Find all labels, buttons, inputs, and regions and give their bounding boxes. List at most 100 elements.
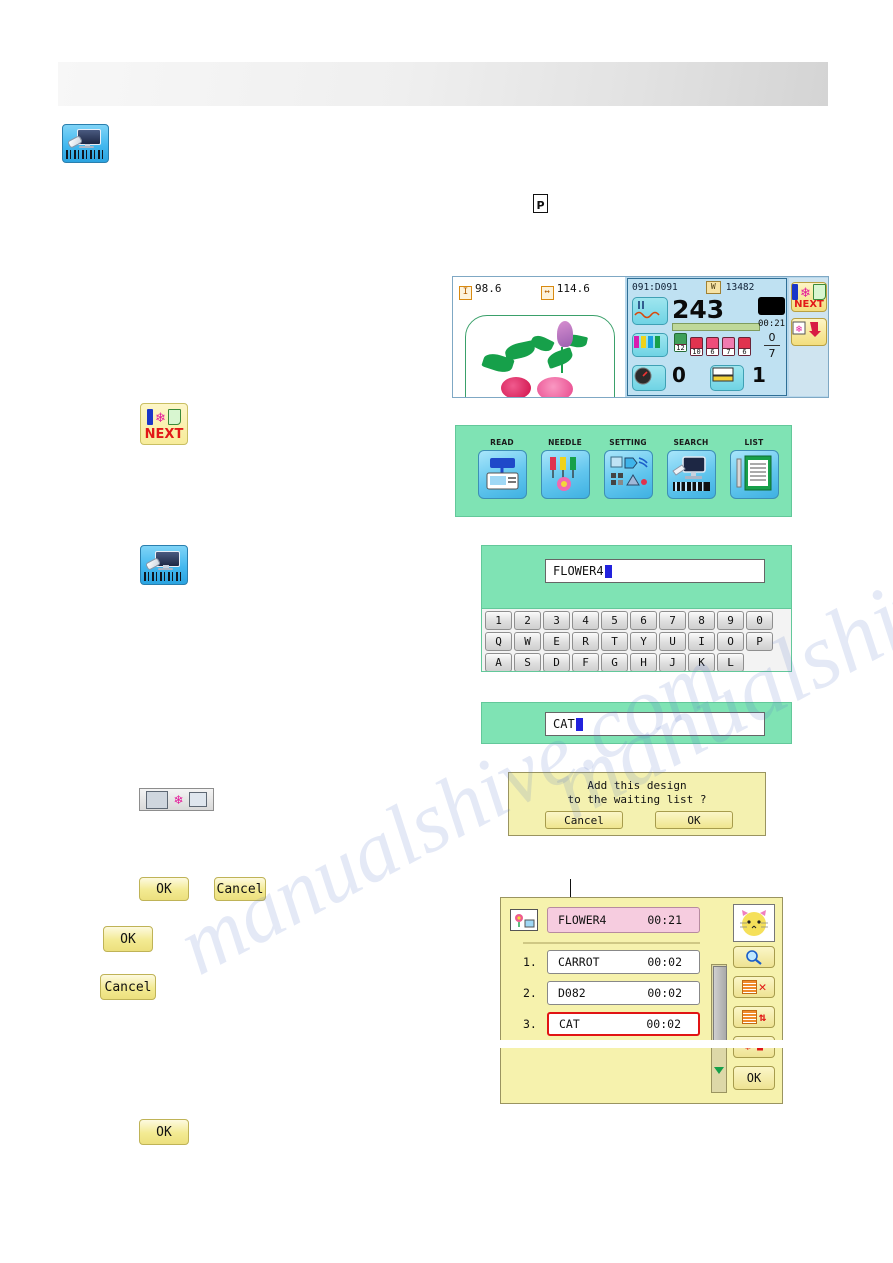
key-u[interactable]: U: [659, 632, 686, 651]
menu-label-needle: NEEDLE: [548, 438, 582, 447]
key-o[interactable]: O: [717, 632, 744, 651]
waiting-list-ok-button[interactable]: OK: [733, 1066, 775, 1090]
key-h[interactable]: H: [630, 653, 657, 671]
load-design-button[interactable]: ❄: [791, 318, 827, 346]
key-2[interactable]: 2: [514, 611, 541, 630]
flower-thumbnail-icon: [512, 911, 536, 929]
key-0[interactable]: 0: [746, 611, 773, 630]
list-index-1: 1.: [523, 955, 537, 969]
delete-from-list-button[interactable]: ✕: [733, 976, 775, 998]
stitch-mode-button[interactable]: [632, 297, 668, 325]
confirm-ok-button[interactable]: OK: [655, 811, 733, 829]
stem-shape: [561, 347, 563, 373]
key-i[interactable]: I: [688, 632, 715, 651]
needle-number-value: 12: [675, 344, 686, 352]
machine-status-screen: I 98.6 ↔ 114.6 091:D091 W 13482 243 00:2…: [452, 276, 829, 398]
key-t[interactable]: T: [601, 632, 628, 651]
elapsed-time-value: 00:21: [758, 319, 786, 329]
reorder-list-button[interactable]: ⇅: [733, 1006, 775, 1028]
menu-label-read: READ: [490, 438, 514, 447]
key-k[interactable]: K: [688, 653, 715, 671]
key-g[interactable]: G: [601, 653, 628, 671]
next-button[interactable]: ❄ NEXT: [791, 282, 827, 312]
next-icon[interactable]: ❄ NEXT: [140, 403, 188, 445]
key-q[interactable]: Q: [485, 632, 512, 651]
waiting-row-time: 00:02: [647, 986, 682, 1000]
waiting-list-row-1[interactable]: CARROT 00:02: [547, 950, 700, 974]
cancel-button-1[interactable]: Cancel: [214, 877, 266, 901]
key-p[interactable]: P: [746, 632, 773, 651]
list-index-3: 3.: [523, 1017, 537, 1031]
frame-numerator: 0: [768, 331, 776, 344]
key-8[interactable]: 8: [688, 611, 715, 630]
waiting-list-scrollbar[interactable]: [711, 964, 727, 1093]
status-side-bar: ❄ NEXT ❄: [789, 278, 828, 396]
list-delete-icon: [741, 980, 757, 994]
ok-button-2[interactable]: OK: [103, 926, 153, 952]
ok-button-1[interactable]: OK: [139, 877, 189, 901]
rose-shape: [501, 377, 531, 397]
needle-bar-label: 10: [691, 348, 702, 356]
confirm-cancel-button[interactable]: Cancel: [545, 811, 623, 829]
needle-color-button[interactable]: [632, 333, 668, 357]
design-preview-thumbnail[interactable]: [733, 904, 775, 942]
usb-icon: [147, 409, 154, 425]
scrollbar-thumb[interactable]: [713, 966, 727, 1044]
menu-label-search: SEARCH: [673, 438, 709, 447]
current-design-row[interactable]: FLOWER4 00:21: [547, 907, 700, 933]
menu-item-needle[interactable]: NEEDLE: [537, 438, 593, 499]
on-screen-keyboard[interactable]: 1 2 3 4 5 6 7 8 9 0 Q W E R T Y U I O P …: [481, 609, 792, 672]
menu-item-read[interactable]: READ: [474, 438, 530, 499]
key-6[interactable]: 6: [630, 611, 657, 630]
cancel-button-2[interactable]: Cancel: [100, 974, 156, 1000]
flower-icon: ❄: [173, 792, 184, 807]
scroll-down-icon[interactable]: [714, 1067, 724, 1074]
key-e[interactable]: E: [543, 632, 570, 651]
key-a[interactable]: A: [485, 653, 512, 671]
flower-icon: ❄: [800, 284, 811, 300]
current-design-thumbnail: [510, 909, 538, 931]
key-4[interactable]: 4: [572, 611, 599, 630]
key-9[interactable]: 9: [717, 611, 744, 630]
key-5[interactable]: 5: [601, 611, 628, 630]
design-name-input[interactable]: FLOWER4: [545, 559, 765, 583]
keyboard-row-numbers: 1 2 3 4 5 6 7 8 9 0: [482, 609, 791, 630]
speed-value: 0: [672, 363, 686, 387]
needle-spool: 10: [690, 337, 703, 356]
media-icons-group: ❄: [141, 408, 187, 426]
key-w[interactable]: W: [514, 632, 541, 651]
menu-item-list[interactable]: LIST: [726, 438, 782, 499]
key-3[interactable]: 3: [543, 611, 570, 630]
speed-button[interactable]: [632, 365, 666, 391]
needle-spool: 6: [706, 337, 719, 356]
list-divider: [523, 942, 700, 944]
zoom-design-button[interactable]: [733, 946, 775, 968]
width-icon: ↔: [540, 286, 554, 300]
key-j[interactable]: J: [659, 653, 686, 671]
barcode-stripes: [65, 150, 106, 160]
barcode-reader-icon[interactable]: [140, 545, 188, 585]
key-d[interactable]: D: [543, 653, 570, 671]
waiting-list-row-2[interactable]: D082 00:02: [547, 981, 700, 1005]
keyboard-row-qwerty: Q W E R T Y U I O P: [482, 630, 791, 651]
current-design-name: FLOWER4: [558, 913, 607, 927]
ok-button-3[interactable]: OK: [139, 1119, 189, 1145]
key-l[interactable]: L: [717, 653, 744, 671]
needle-bar-label: 6: [739, 348, 750, 356]
design-name-input-2[interactable]: CAT: [545, 712, 765, 736]
menu-item-search[interactable]: SEARCH: [663, 438, 719, 499]
fraction-bar: [764, 345, 780, 346]
waiting-list-row-3[interactable]: CAT 00:02: [547, 1012, 700, 1036]
barcode-reader-icon[interactable]: [62, 124, 109, 163]
key-y[interactable]: Y: [630, 632, 657, 651]
key-s[interactable]: S: [514, 653, 541, 671]
key-7[interactable]: 7: [659, 611, 686, 630]
status-top-row: 091:D091 W 13482: [628, 279, 786, 295]
key-1[interactable]: 1: [485, 611, 512, 630]
list-reorder-icon: [741, 1010, 757, 1024]
machine-to-pc-transfer-icon[interactable]: ❄: [139, 788, 214, 811]
menu-item-setting[interactable]: SETTING: [600, 438, 656, 499]
frame-button[interactable]: [710, 365, 744, 391]
key-f[interactable]: F: [572, 653, 599, 671]
key-r[interactable]: R: [572, 632, 599, 651]
